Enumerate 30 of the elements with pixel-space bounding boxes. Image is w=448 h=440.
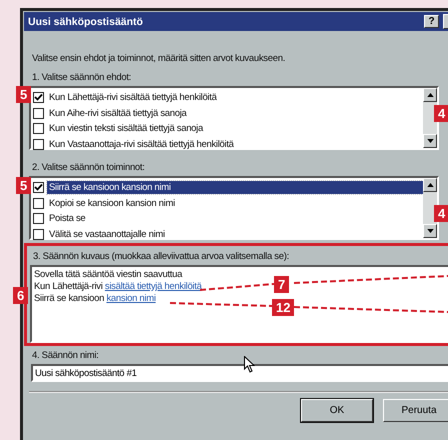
value-link[interactable]: sisältää tiettyjä henkilöitä	[104, 281, 202, 292]
callout-number: 4	[434, 205, 448, 222]
list-item[interactable]: Kopioi se kansioon kansion nimi	[47, 196, 177, 210]
list-item[interactable]: Kun Aihe-rivi sisältää tiettyjä sanoja	[47, 106, 189, 120]
callout-number: 7	[274, 276, 290, 293]
list-item[interactable]: Välitä se vastaanottajalle nimi	[47, 228, 167, 241]
list-item[interactable]: Kun Vastaanottaja-rivi sisältää tiettyjä henkilöitä	[47, 138, 236, 151]
section-label: 3. Säännön kuvaus (muokkaa alleviivattua arvoa valitsemalla se):	[33, 251, 290, 262]
rule-name-field[interactable]: Uusi sähköpostisääntö #1	[31, 364, 448, 382]
description-line: Sovella tätä sääntöä viestin saavuttua	[34, 269, 182, 281]
callout-number: 5	[16, 86, 32, 103]
dialog-button[interactable]: OK	[301, 399, 373, 422]
help-button[interactable]: ?	[424, 15, 439, 28]
dialog-button[interactable]: Peruuta	[383, 399, 448, 422]
section-label: 2. Valitse säännön toiminnot:	[32, 162, 146, 173]
list-item[interactable]: Kun viestin teksti sisältää tiettyjä sanoja	[47, 122, 205, 136]
window-title: Uusi sähköpostisääntö	[28, 16, 144, 28]
section-label: 1. Valitse säännön ehdot:	[32, 72, 132, 83]
section-label: 4. Säännön nimi:	[32, 350, 100, 361]
callout-number: 5	[16, 177, 32, 194]
list-item[interactable]: Poista se	[47, 212, 88, 226]
value-link[interactable]: kansion nimi	[106, 293, 156, 304]
instruction-text: Valitse ensin ehdot ja toiminnot, määritä sitten arvot kuvaukseen.	[32, 53, 286, 64]
description-line: Kun Lähettäjä-rivi sisältää tiettyjä henkilöitä	[34, 281, 202, 293]
description-line: Siirrä se kansioon kansion nimi	[34, 293, 156, 305]
list-item[interactable]: Siirrä se kansioon kansion nimi	[47, 181, 423, 194]
callout-number: 4	[434, 105, 448, 122]
callout-number: 6	[13, 287, 28, 304]
callout-number: 12	[272, 299, 294, 316]
list-item[interactable]: Kun Lähettäjä-rivi sisältää tiettyjä henkilöitä	[47, 91, 219, 104]
